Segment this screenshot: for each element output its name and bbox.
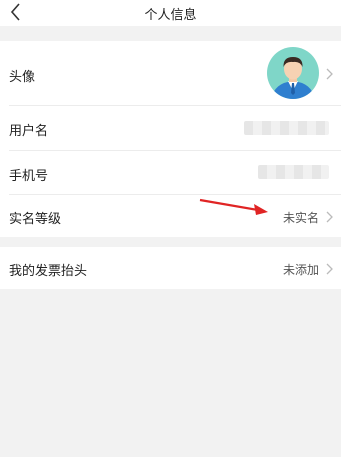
phone-label: 手机号 [9,169,49,184]
verification-label: 实名等级 [9,212,62,227]
chevron-right-icon [324,261,334,275]
profile-card: 头像 用户名 手机号 实名等级 未实名 [0,41,341,237]
chevron-right-icon [324,209,334,223]
avatar[interactable] [267,47,319,99]
avatar-row[interactable]: 头像 [0,41,341,105]
username-value-redacted [244,121,329,135]
annotation-arrow [199,198,268,215]
invoice-title-status: 未添加 [282,263,319,277]
verification-status: 未实名 [282,211,319,225]
phone-value-redacted [258,165,329,179]
chevron-right-icon [324,66,334,80]
phone-row[interactable]: 手机号 [0,151,341,194]
invoice-card: 我的发票抬头 未添加 [0,247,341,289]
invoice-title-row[interactable]: 我的发票抬头 未添加 [0,247,341,289]
username-label: 用户名 [9,124,49,139]
invoice-title-label: 我的发票抬头 [9,264,88,279]
verification-row[interactable]: 实名等级 未实名 [0,195,341,237]
page-title: 个人信息 [144,8,197,23]
username-row[interactable]: 用户名 [0,106,341,150]
top-bar: 个人信息 [0,0,341,26]
avatar-label: 头像 [9,70,36,85]
